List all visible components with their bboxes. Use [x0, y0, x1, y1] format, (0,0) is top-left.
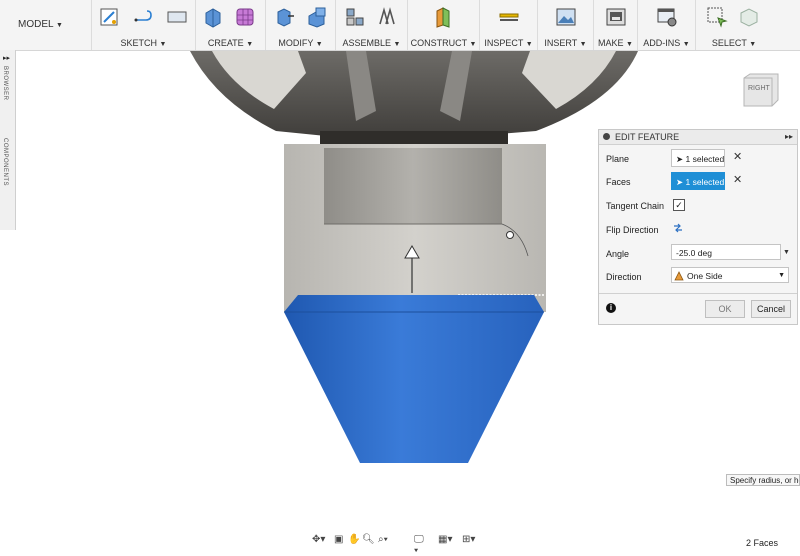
wheel-part[interactable] [190, 51, 638, 145]
scripts-icon[interactable] [656, 6, 678, 28]
create-menu[interactable]: CREATE ▼ [196, 38, 265, 48]
form-icon[interactable] [234, 6, 256, 28]
pan-icon[interactable]: ✋ [348, 534, 360, 545]
components-tab[interactable]: COMPONENTS [2, 138, 8, 186]
expand-browser-icon[interactable]: ▸▸ [3, 54, 10, 62]
angle-input[interactable]: -25.0 deg [671, 244, 781, 260]
viewports-icon[interactable]: ⊞▾ [462, 534, 475, 545]
joint-icon[interactable] [376, 6, 398, 28]
flip-direction-icon[interactable] [672, 222, 684, 234]
cursor-arrow-icon: ➤ [676, 154, 684, 164]
modify-menu[interactable]: MODIFY ▼ [266, 38, 335, 48]
info-icon[interactable]: i [606, 303, 616, 313]
plane-label: Plane [606, 154, 630, 164]
display-settings-icon[interactable]: 🖵︎▾ [414, 534, 424, 556]
make-menu[interactable]: MAKE ▼ [594, 38, 637, 48]
toolbar: MODEL ▼ SKETCH ▼ CREATE ▼ MODIFY ▼ ASSEM… [0, 0, 800, 51]
plane-selection-button[interactable]: ➤ 1 selected [671, 149, 725, 167]
line-icon[interactable] [132, 6, 154, 28]
select-arrow-icon[interactable] [706, 6, 728, 28]
browser-tab[interactable]: BROWSER [2, 66, 8, 101]
panel-footer: i OK Cancel [599, 293, 797, 324]
fillet-icon[interactable] [306, 6, 328, 28]
modify-group: MODIFY ▼ [266, 0, 336, 50]
rectangle-icon[interactable] [166, 6, 188, 28]
orbit-icon[interactable]: ✥▾ [312, 534, 325, 545]
edit-feature-panel: EDIT FEATURE ▸▸ Plane ➤ 1 selected ✕ Fac… [598, 129, 798, 325]
extrude-icon[interactable] [202, 6, 224, 28]
3d-print-icon[interactable] [605, 6, 627, 28]
workspace-label[interactable]: MODEL ▼ [18, 19, 63, 30]
angle-label: Angle [606, 249, 630, 259]
insert-menu[interactable]: INSERT ▼ [538, 38, 593, 48]
direction-select[interactable]: One Side ▼ [671, 267, 789, 283]
measure-icon[interactable] [498, 6, 520, 28]
clear-plane-button[interactable]: ✕ [733, 150, 742, 163]
select-group: SELECT ▼ [696, 0, 772, 50]
blue-cone-body[interactable] [284, 295, 544, 463]
grid-settings-icon[interactable]: ▦▾ [438, 534, 452, 545]
panel-pin-icon[interactable] [603, 133, 610, 140]
workspace-switcher[interactable]: MODEL ▼ [0, 0, 92, 50]
radius-tooltip: Specify radius, or he [726, 474, 800, 486]
press-pull-icon[interactable] [274, 6, 296, 28]
panel-header[interactable]: EDIT FEATURE ▸▸ [599, 130, 797, 145]
sketch-group: SKETCH ▼ [92, 0, 196, 50]
faces-label: Faces [606, 177, 631, 187]
view-cube-face-label: RIGHT [748, 85, 771, 92]
select-menu[interactable]: SELECT ▼ [696, 38, 772, 48]
assemble-group: ASSEMBLE ▼ [336, 0, 408, 50]
construct-menu[interactable]: CONSTRUCT ▼ [408, 38, 479, 48]
add-ins-group: ADD-INS ▼ [638, 0, 696, 50]
assemble-menu[interactable]: ASSEMBLE ▼ [336, 38, 407, 48]
tangent-chain-label: Tangent Chain [606, 201, 665, 211]
insert-group: INSERT ▼ [538, 0, 594, 50]
make-group: MAKE ▼ [594, 0, 638, 50]
cursor-arrow-icon: ➤ [676, 177, 684, 187]
panel-expand-icon[interactable]: ▸▸ [785, 130, 793, 144]
create-sketch-icon[interactable] [98, 6, 120, 28]
inspect-group: INSPECT ▼ [480, 0, 538, 50]
look-at-icon[interactable]: ▣ [334, 534, 343, 545]
create-group: CREATE ▼ [196, 0, 266, 50]
cancel-button[interactable]: Cancel [751, 300, 791, 318]
flip-direction-label: Flip Direction [606, 225, 659, 235]
inspect-menu[interactable]: INSPECT ▼ [480, 38, 537, 48]
ok-button[interactable]: OK [705, 300, 745, 318]
add-ins-menu[interactable]: ADD-INS ▼ [638, 38, 695, 48]
selection-status: 2 Faces [746, 538, 779, 548]
offset-plane-icon[interactable] [432, 6, 454, 28]
panel-title: EDIT FEATURE [615, 132, 680, 142]
left-side-strip: ▸▸ BROWSER COMPONENTS [0, 50, 16, 230]
view-cube[interactable]: RIGHT Z [740, 72, 780, 108]
faces-selection-button[interactable]: ➤ 1 selected [671, 172, 725, 190]
new-component-icon[interactable] [344, 6, 366, 28]
fit-icon[interactable]: ⌕▾ [378, 534, 388, 545]
direction-dropdown-icon[interactable]: ▼ [778, 268, 785, 284]
direction-label: Direction [606, 272, 642, 282]
tangent-chain-checkbox[interactable]: ✓ [673, 199, 685, 211]
construct-group: CONSTRUCT ▼ [408, 0, 480, 50]
angle-dropdown-icon[interactable]: ▼ [783, 249, 790, 256]
gray-block-body[interactable] [284, 144, 546, 312]
selection-filter-icon[interactable] [738, 6, 760, 28]
clear-faces-button[interactable]: ✕ [733, 173, 742, 186]
sketch-menu[interactable]: SKETCH ▼ [92, 38, 195, 48]
insert-image-icon[interactable] [555, 6, 577, 28]
one-side-icon [674, 271, 684, 281]
zoom-icon[interactable]: 🔍︎ [362, 534, 375, 545]
